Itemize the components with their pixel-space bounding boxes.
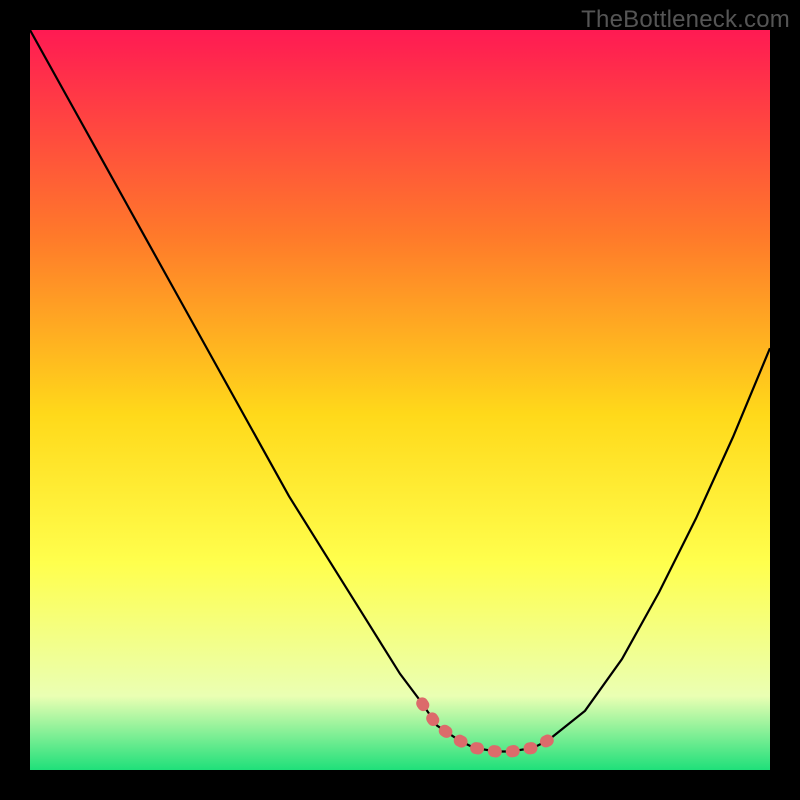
chart-svg bbox=[30, 30, 770, 770]
gradient-background bbox=[30, 30, 770, 770]
chart-stage: TheBottleneck.com bbox=[0, 0, 800, 800]
plot-area bbox=[30, 30, 770, 770]
